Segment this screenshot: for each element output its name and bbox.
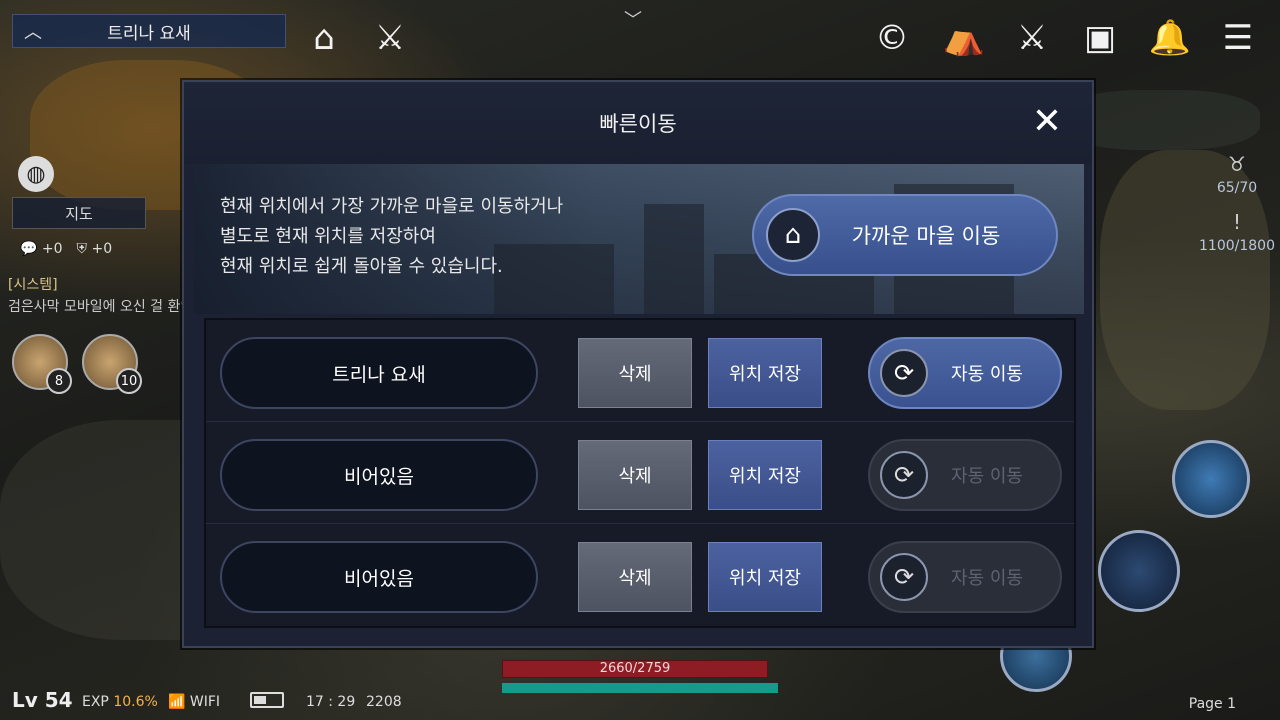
hp-bar: 2660/2759: [502, 660, 768, 678]
globe-icon[interactable]: ◍: [18, 156, 54, 192]
chevron-down-icon[interactable]: ﹀: [624, 6, 642, 32]
cycle-arrows-icon: ⟳: [880, 451, 928, 499]
shield-counter[interactable]: ⛨ +0: [77, 241, 113, 257]
guild-helmet-icon[interactable]: ⚔: [366, 14, 414, 62]
location-slot: 비어있음 삭제 위치 저장 ⟳ 자동 이동: [206, 422, 1074, 524]
notification-counters: 💬 +0 ⛨ +0: [20, 241, 112, 257]
info-banner: 현재 위치에서 가장 가까운 마을로 이동하거나 별도로 현재 위치를 저장하여…: [194, 164, 1084, 314]
weight-stat[interactable]: ! 1100/1800: [1196, 210, 1278, 254]
saved-locations-list: 트리나 요새 삭제 위치 저장 ⟳ 자동 이동 비어있음 삭제 위치 저장 ⟳ …: [204, 318, 1076, 628]
battery-icon: [250, 692, 284, 708]
shield-icon: ⛨: [76, 241, 88, 257]
house-icon[interactable]: ⌂: [300, 14, 348, 62]
pet-level-badge: 8: [46, 368, 72, 394]
auto-travel-button[interactable]: ⟳ 자동 이동: [868, 541, 1062, 613]
quick-travel-dialog: 빠른이동 ✕ 현재 위치에서 가장 가까운 마을로 이동하거나 별도로 현재 위…: [182, 80, 1094, 648]
chevron-up-icon[interactable]: ︿: [13, 18, 53, 44]
house-icon: ⌂: [766, 208, 820, 262]
info-description: 현재 위치에서 가장 가까운 마을로 이동하거나 별도로 현재 위치를 저장하여…: [220, 196, 564, 277]
bell-icon[interactable]: 🔔: [1146, 14, 1194, 62]
mp-bar: [502, 683, 778, 693]
delete-button[interactable]: 삭제: [578, 542, 692, 612]
energy-stat[interactable]: ♉ 65/70: [1196, 152, 1278, 196]
location-slot: 비어있음 삭제 위치 저장 ⟳ 자동 이동: [206, 524, 1074, 626]
cycle-arrows-icon: ⟳: [880, 553, 928, 601]
delete-button[interactable]: 삭제: [578, 338, 692, 408]
save-location-button[interactable]: 위치 저장: [708, 440, 822, 510]
dialog-title: 빠른이동: [184, 82, 1092, 164]
exclamation-icon: !: [1232, 210, 1242, 234]
chat-bubble-icon: 💬: [20, 241, 38, 257]
staff-skill-icon[interactable]: [1098, 530, 1180, 612]
lightning-skill-icon[interactable]: [1172, 440, 1250, 518]
hp-text: 2660/2759: [599, 661, 671, 676]
slot-name: 트리나 요새: [220, 337, 538, 409]
page-label[interactable]: Page 1: [1189, 696, 1236, 712]
save-location-button[interactable]: 위치 저장: [708, 542, 822, 612]
delete-button[interactable]: 삭제: [578, 440, 692, 510]
map-button[interactable]: 지도: [12, 197, 146, 229]
nearest-village-button[interactable]: ⌂ 가까운 마을 이동: [752, 194, 1058, 276]
crossed-weapons-icon[interactable]: ⚔: [1008, 14, 1056, 62]
combat-score: 2208: [366, 694, 402, 710]
exp-readout: EXP 10.6%: [82, 694, 158, 710]
close-icon[interactable]: ✕: [1032, 104, 1062, 140]
bull-icon: ♉: [1228, 152, 1246, 176]
player-level: Lv 54: [12, 688, 73, 712]
wifi-indicator: 📶 WIFI: [168, 694, 221, 710]
pet-portrait[interactable]: 10: [82, 334, 142, 394]
auto-travel-button[interactable]: ⟳ 자동 이동: [868, 337, 1062, 409]
chat-counter[interactable]: 💬 +0: [20, 241, 63, 257]
auto-travel-button[interactable]: ⟳ 자동 이동: [868, 439, 1062, 511]
copyright-icon[interactable]: ©: [868, 14, 916, 62]
pet-portrait[interactable]: 8: [12, 334, 72, 394]
location-slot: 트리나 요새 삭제 위치 저장 ⟳ 자동 이동: [206, 320, 1074, 422]
cycle-arrows-icon: ⟳: [880, 349, 928, 397]
pet-level-badge: 10: [116, 368, 142, 394]
camp-tent-icon[interactable]: ⛺: [940, 14, 988, 62]
wifi-icon: 📶: [168, 694, 186, 710]
location-name: 트리나 요새: [107, 23, 191, 44]
save-location-button[interactable]: 위치 저장: [708, 338, 822, 408]
slot-name: 비어있음: [220, 439, 538, 511]
clock: 17 : 29: [306, 694, 356, 710]
location-bar[interactable]: ︿ 트리나 요새: [12, 14, 286, 48]
slot-name: 비어있음: [220, 541, 538, 613]
bag-icon[interactable]: ▣: [1076, 14, 1124, 62]
menu-icon[interactable]: ☰: [1214, 14, 1262, 62]
